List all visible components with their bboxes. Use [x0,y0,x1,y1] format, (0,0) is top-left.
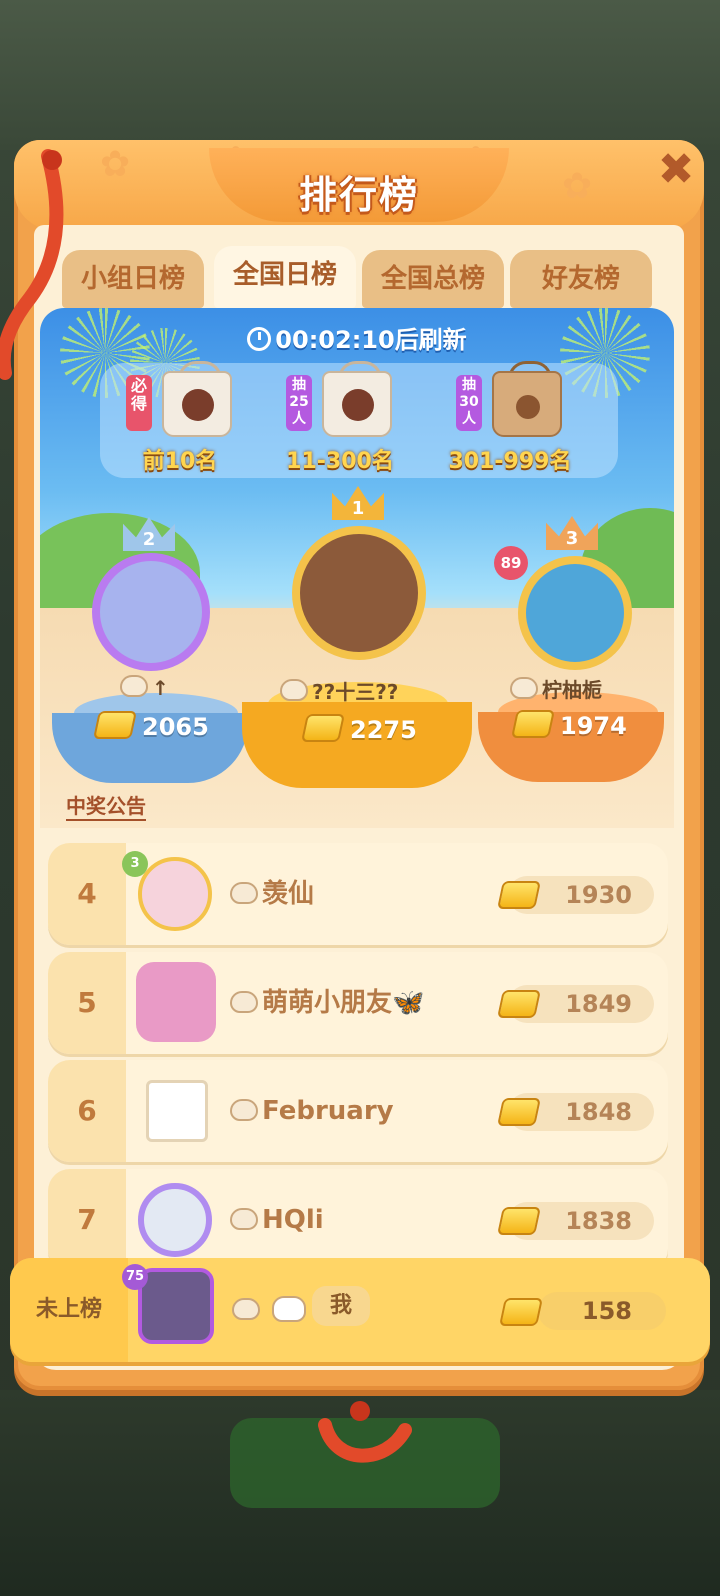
level-badge: 75 [122,1264,148,1290]
prize-announcement-link[interactable]: 中奖公告 [66,790,146,819]
bunny-icon [232,1298,260,1320]
avatar [92,553,210,671]
rank-number: 4 [48,843,126,945]
table-row[interactable]: 6 February 1848 [48,1060,668,1162]
podium-third[interactable]: 3 89 柠柚栀 1974 [478,516,668,786]
rank-number: 7 [48,1169,126,1271]
bunny-icon [230,1099,258,1121]
prize-tag: 必得 [126,375,152,431]
tab-national-total[interactable]: 全国总榜 [362,250,504,308]
countdown-suffix: 后刷新 [394,326,467,354]
gold-bar-icon [499,1298,543,1326]
player-name: 羡仙 [230,843,314,945]
tab-national-daily[interactable]: 全国日榜 [214,246,356,308]
crown-icon: 3 [546,516,598,550]
rank-number: 5 [48,952,126,1054]
player-name: 萌萌小朋友🦋 [230,952,424,1054]
close-icon: ✖ [657,144,695,195]
tote-bag-icon [322,371,392,437]
my-name: 我 [312,1286,370,1326]
gold-bar-icon [497,990,541,1018]
prize-item[interactable]: 抽30人 301-999名 [430,361,590,478]
panel-title: 排行榜 [298,173,419,217]
gold-bar-icon [497,1098,541,1126]
my-rank-row[interactable]: 未上榜 75 我 158 [10,1258,710,1362]
my-score-pill: 158 [538,1292,666,1330]
countdown-time: 00:02:10 [275,326,395,354]
close-button[interactable]: ✖ [654,148,698,192]
crown-icon: 2 [123,517,175,551]
panel-header: ✿ ✿ ✿ ✿ 排行榜 ✖ [14,140,704,230]
avatar [138,1183,212,1257]
avatar [138,1268,214,1344]
tote-bag-icon [492,371,562,437]
tab-bar: 小组日榜 全国日榜 全国总榜 好友榜 [62,246,662,310]
prize-item[interactable]: 必得 前10名 [100,361,260,478]
refresh-countdown: 00:02:10后刷新 [40,320,674,355]
podium-score: 2275 [301,714,417,744]
table-row[interactable]: 4 3 羡仙 1930 [48,843,668,945]
gold-bar-icon [511,710,555,738]
bunny-icon [272,1296,306,1322]
table-row[interactable]: 5 萌萌小朋友🦋 1849 [48,952,668,1054]
avatar [136,962,216,1042]
bunny-icon [120,675,148,697]
rank-number: 6 [48,1060,126,1162]
prize-tag: 抽25人 [286,375,312,431]
background-top [0,0,720,150]
ribbon-decoration-icon [318,1401,412,1463]
avatar [518,556,632,670]
prize-item[interactable]: 抽25人 11-300名 [260,361,420,478]
bunny-icon [230,1208,258,1230]
tab-group-daily[interactable]: 小组日榜 [62,250,204,308]
podium-score: 1974 [511,710,627,740]
gold-bar-icon [497,1207,541,1235]
title-plate: 排行榜 [209,148,509,222]
player-name: February [230,1060,394,1162]
podium-score: 2065 [93,711,209,741]
clock-icon [247,327,272,351]
my-rank-label: 未上榜 [10,1258,128,1362]
gold-bar-icon [497,881,541,909]
podium-stage: 00:02:10后刷新 必得 前10名 抽25人 11-300名 抽30人 30… [40,308,674,828]
tote-bag-icon [162,371,232,437]
crown-icon: 1 [332,486,384,520]
gold-bar-icon [301,714,345,742]
podium-name: 柠柚栀 [510,674,602,703]
prize-range: 301-999名 [448,449,572,474]
flower-decoration-icon: ✿ [562,166,593,207]
podium-name: ↑ [120,675,169,700]
table-row[interactable]: 7 HQli 1838 [48,1169,668,1271]
tab-friends[interactable]: 好友榜 [510,250,652,308]
podium-second[interactable]: 2 ↑ 2065 [50,513,250,783]
avatar [138,857,212,931]
flower-decoration-icon: ✿ [100,144,131,185]
podium-first[interactable]: 1 ??十三?? 2275 [240,486,478,788]
player-name: HQli [230,1169,324,1271]
prize-range: 11-300名 [286,449,394,474]
avatar [292,526,426,660]
gold-bar-icon [93,711,137,739]
prize-tag: 抽30人 [456,375,482,431]
prize-box: 必得 前10名 抽25人 11-300名 抽30人 301-999名 [100,361,618,478]
bunny-icon [510,677,538,699]
prize-range: 前10名 [142,449,218,474]
level-badge: 89 [494,546,528,580]
bunny-icon [280,679,308,701]
podium-name: ??十三?? [280,676,398,705]
bunny-icon [230,991,258,1013]
level-badge: 3 [122,851,148,877]
avatar [146,1080,208,1142]
bunny-icon [230,882,258,904]
